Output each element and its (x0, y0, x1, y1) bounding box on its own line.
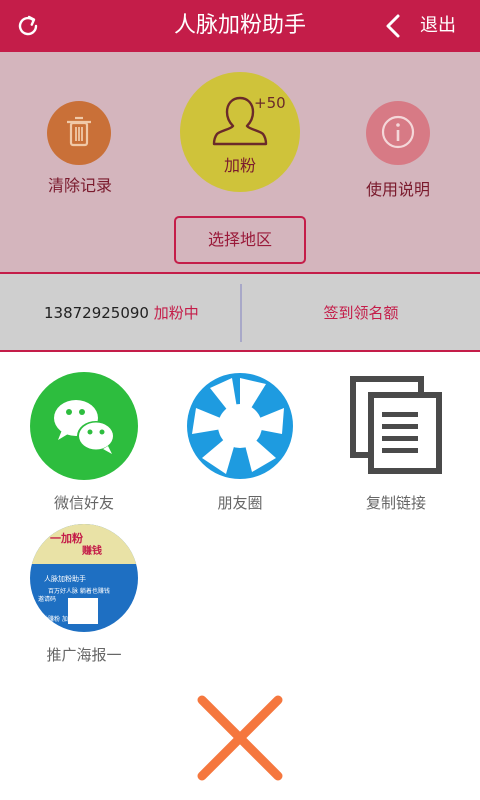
app-title: 人脉加粉助手 (173, 13, 306, 38)
exit-button[interactable]: 退出 (420, 0, 456, 52)
share-moments[interactable]: 朋友圈 (160, 372, 320, 513)
status-bar: 13872925090 加粉中 签到领名额 (0, 272, 480, 352)
share-moments-label: 朋友圈 (217, 494, 263, 512)
phone-number: 13872925090 (44, 304, 149, 322)
close-icon[interactable] (192, 690, 288, 786)
back-chevron-icon[interactable] (380, 12, 408, 40)
share-sheet: 微信好友 朋友圈 复制链接 一加粉 赚钱 人脉加粉助手 百万好人脉 躺着也赚钱 … (0, 356, 480, 666)
select-region-button[interactable]: 选择地区 (174, 216, 306, 264)
share-copy-link-label: 复制链接 (365, 494, 426, 512)
copy-link-icon (342, 372, 450, 480)
trash-icon (67, 116, 91, 147)
help-label: 使用说明 (365, 180, 430, 199)
add-fans-badge: +50 (254, 94, 286, 112)
sign-in-button[interactable]: 签到领名额 (242, 302, 480, 323)
share-poster[interactable]: 一加粉 赚钱 人脉加粉助手 百万好人脉 躺着也赚钱 邀请码 自动赚粉 加到手软 … (4, 524, 164, 665)
clear-records-button[interactable] (47, 101, 111, 165)
poster-slogan: 百万好人脉 躺着也赚钱 (48, 588, 110, 595)
share-wechat-label: 微信好友 (53, 494, 114, 512)
share-poster-label: 推广海报一 (46, 646, 122, 664)
share-wechat[interactable]: 微信好友 (4, 372, 164, 513)
poster-banner: 人脉加粉助手 (44, 575, 86, 583)
title-bar: 人脉加粉助手 退出 (0, 0, 480, 52)
add-fans-label: 加粉 (223, 156, 256, 175)
wechat-icon (30, 372, 138, 480)
phone-state: 加粉中 (153, 304, 199, 322)
info-icon (381, 115, 415, 149)
clear-records-label: 清除记录 (47, 176, 112, 195)
poster-thumbnail: 一加粉 赚钱 人脉加粉助手 百万好人脉 躺着也赚钱 邀请码 自动赚粉 加到手软 (30, 524, 138, 632)
phone-status: 13872925090 加粉中 (44, 302, 199, 323)
poster-subheadline: 赚钱 (82, 546, 102, 557)
poster-footer: 自动赚粉 加到手软 (36, 616, 86, 623)
moments-icon (186, 372, 294, 480)
share-copy-link[interactable]: 复制链接 (316, 372, 476, 513)
poster-headline: 一加粉 (50, 532, 83, 545)
poster-invite-label: 邀请码 (38, 596, 57, 603)
help-button[interactable] (366, 101, 430, 165)
